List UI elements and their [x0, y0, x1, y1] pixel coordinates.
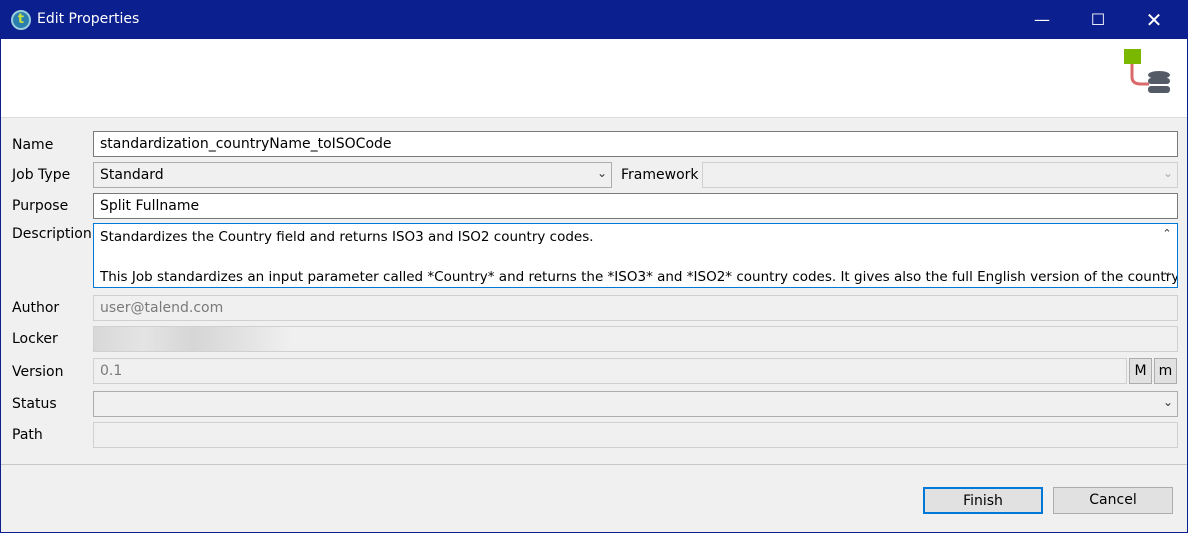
description-line: Standardizes the Country field and retur…	[100, 229, 594, 245]
path-input	[93, 422, 1178, 448]
name-label: Name	[12, 137, 54, 153]
cancel-button[interactable]: Cancel	[1053, 487, 1173, 514]
minimize-button[interactable]: —	[1019, 1, 1065, 39]
job-database-icon	[1124, 49, 1170, 93]
title-bar: t Edit Properties — ☐ ✕	[1, 1, 1187, 39]
author-label: Author	[12, 300, 60, 316]
header-banner	[1, 39, 1187, 118]
description-label: Description	[12, 226, 92, 242]
description-textarea[interactable]: Standardizes the Country field and retur…	[93, 223, 1178, 288]
finish-button[interactable]: Finish	[923, 487, 1043, 514]
talend-logo-icon: t	[11, 10, 31, 30]
purpose-label: Purpose	[12, 198, 69, 214]
job-type-label: Job Type	[12, 167, 71, 183]
status-select[interactable]: ⌄	[93, 391, 1178, 417]
job-type-select[interactable]: Standard ⌄	[93, 162, 612, 188]
divider	[1, 464, 1187, 465]
locker-input	[93, 326, 1178, 352]
redacted-locker-value	[94, 327, 292, 351]
minor-version-button[interactable]: m	[1154, 358, 1177, 384]
status-label: Status	[12, 396, 57, 412]
chevron-down-icon: ⌄	[1162, 166, 1173, 180]
name-input[interactable]: standardization_countryName_toISOCode	[93, 131, 1178, 157]
path-label: Path	[12, 427, 43, 443]
edit-properties-dialog: t Edit Properties — ☐ ✕ Name standardiza…	[0, 0, 1188, 533]
major-version-button[interactable]: M	[1129, 358, 1152, 384]
chevron-down-icon: ⌄	[1162, 395, 1173, 409]
locker-label: Locker	[12, 331, 58, 347]
window-title: Edit Properties	[37, 11, 140, 27]
version-label: Version	[12, 364, 64, 380]
framework-label: Framework	[621, 167, 699, 183]
author-input: user@talend.com	[93, 295, 1178, 321]
job-type-value: Standard	[100, 167, 164, 183]
maximize-button[interactable]: ☐	[1075, 1, 1121, 39]
description-line: This Job standardizes an input parameter…	[100, 269, 1178, 285]
purpose-input[interactable]: Split Fullname	[93, 193, 1178, 219]
version-input: 0.1	[93, 358, 1127, 384]
scrollbar[interactable]: ⌃ ⌄	[1157, 224, 1177, 287]
framework-select[interactable]: ⌄	[702, 162, 1178, 188]
chevron-down-icon: ⌄	[596, 166, 607, 180]
close-button[interactable]: ✕	[1131, 1, 1177, 39]
